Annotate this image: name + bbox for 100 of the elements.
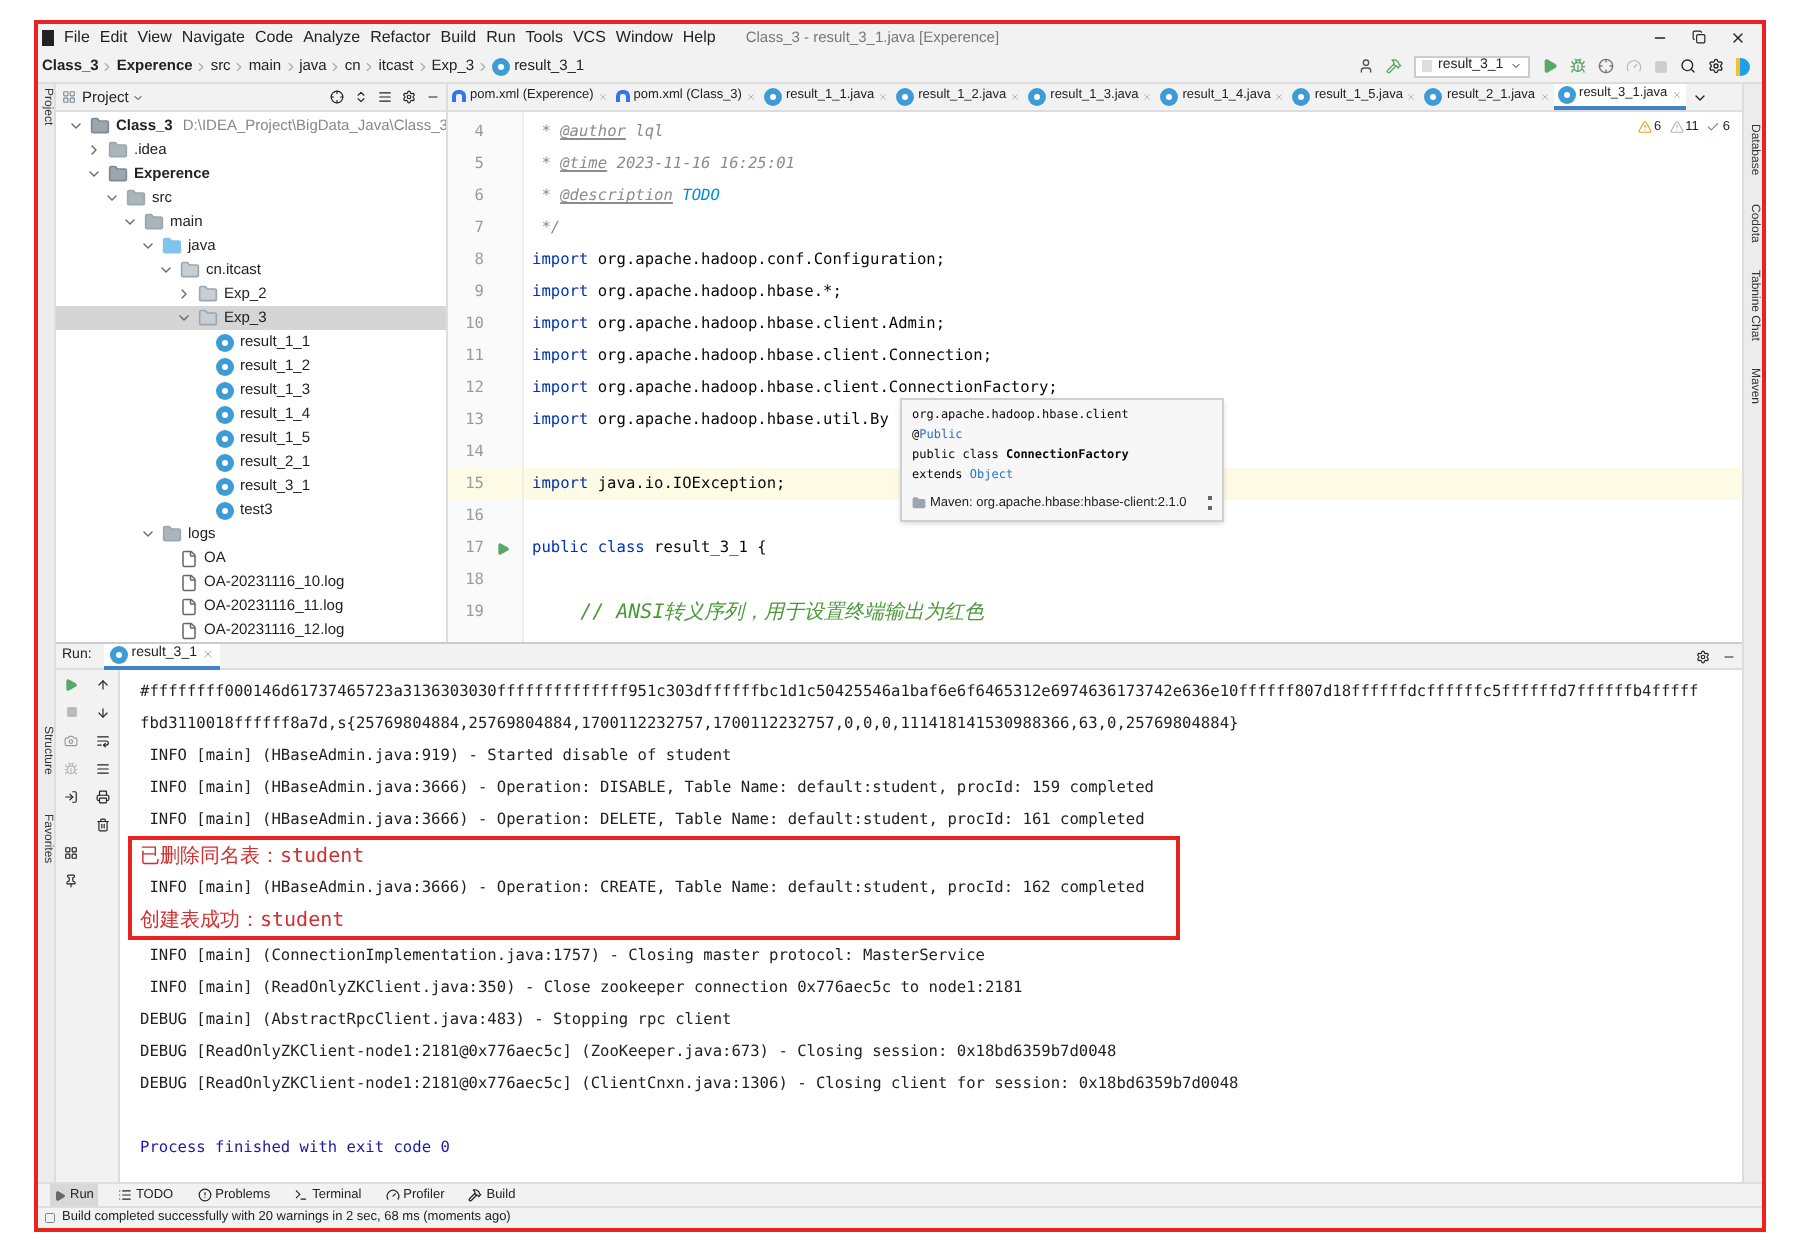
chevron-icon: [362, 59, 377, 73]
class-icon: [1028, 87, 1047, 105]
menu-item[interactable]: Navigate: [181, 25, 245, 49]
locate-icon[interactable]: [330, 90, 344, 104]
chevron-icon[interactable]: [140, 238, 156, 254]
menu-item[interactable]: Window: [615, 25, 673, 49]
chevron-icon: [232, 59, 247, 73]
restore-icon[interactable]: [1692, 30, 1706, 44]
chevron-icon[interactable]: [104, 190, 120, 206]
status-icon: [44, 1212, 56, 1224]
hammer-icon[interactable]: [1386, 58, 1402, 74]
menu-item[interactable]: Help: [682, 25, 716, 49]
terminal-icon: [294, 1188, 309, 1202]
warning-icon: [1638, 120, 1652, 135]
print-icon[interactable]: [95, 790, 110, 804]
hammer-icon: [468, 1188, 483, 1202]
menu-item[interactable]: Edit: [99, 25, 128, 49]
settings-icon[interactable]: [1708, 58, 1724, 74]
exit-icon[interactable]: [64, 790, 79, 804]
file-icon: [180, 549, 198, 567]
warning-icon: [1669, 120, 1684, 135]
chevron-icon: [283, 59, 298, 73]
menu-item[interactable]: File: [64, 25, 90, 49]
chevron-icon: [100, 59, 115, 73]
rerun-icon[interactable]: [64, 678, 79, 692]
coverage-icon[interactable]: [1598, 58, 1614, 74]
folder-icon: [162, 524, 182, 544]
console-line: 已删除同名表：student: [140, 843, 365, 871]
folder-icon: [108, 140, 128, 160]
down-icon[interactable]: [95, 706, 110, 720]
settings-icon[interactable]: [1696, 649, 1710, 663]
wrap-icon[interactable]: [95, 734, 110, 748]
chevron-icon[interactable]: [68, 118, 84, 134]
chevron-icon[interactable]: [122, 214, 138, 230]
chevron-icon: [415, 59, 430, 73]
chevron-icon[interactable]: [86, 166, 102, 182]
library-icon: [912, 496, 926, 511]
app-logo-icon: [42, 29, 54, 45]
run-gutter-icon[interactable]: [496, 541, 510, 555]
menu-item[interactable]: VCS: [572, 25, 606, 49]
layout-icon[interactable]: [64, 846, 79, 860]
expand-all-icon[interactable]: [354, 90, 368, 104]
scroll-end-icon[interactable]: [95, 762, 110, 776]
class-icon: [1424, 87, 1443, 105]
chevron-icon[interactable]: [86, 142, 102, 158]
pin-icon[interactable]: [64, 874, 79, 888]
menu-item[interactable]: View: [137, 25, 172, 49]
chevron-icon[interactable]: [158, 262, 174, 278]
menu-item[interactable]: Code: [254, 25, 294, 49]
folder-icon: [180, 260, 200, 280]
file-icon: [180, 621, 198, 639]
chevron-icon: [194, 59, 209, 73]
settings-icon[interactable]: [402, 90, 416, 104]
menu-item[interactable]: Analyze: [303, 25, 361, 49]
chevron-icon[interactable]: [176, 286, 192, 302]
menu-item[interactable]: Tools: [525, 25, 563, 49]
class-icon: [1292, 87, 1311, 105]
folder-icon: [108, 164, 128, 184]
close-icon[interactable]: [1730, 29, 1746, 45]
menu-item[interactable]: Build: [440, 25, 477, 49]
file-icon: [180, 597, 198, 615]
chevron-icon[interactable]: [176, 310, 192, 326]
run-icon[interactable]: [1542, 58, 1558, 74]
search-icon[interactable]: [1680, 58, 1696, 74]
folder-icon: [198, 308, 218, 328]
menu-item[interactable]: Run: [486, 25, 516, 49]
class-icon: [109, 645, 128, 663]
class-icon: [492, 58, 511, 77]
project-icon: [62, 90, 76, 104]
debug-icon[interactable]: [1570, 58, 1586, 74]
plugin-logo-icon: [1736, 57, 1750, 75]
folder-icon: [144, 212, 164, 232]
folder-icon: [90, 116, 110, 136]
caret-icon: [132, 91, 145, 103]
trash-icon[interactable]: [95, 818, 110, 832]
gauge-icon: [385, 1188, 400, 1202]
check-icon: [1706, 120, 1721, 135]
run-icon: [54, 1189, 66, 1201]
up-icon[interactable]: [95, 678, 110, 692]
menu-item[interactable]: Refactor: [370, 25, 431, 49]
class-icon: [1557, 85, 1576, 103]
folder-icon: [198, 284, 218, 304]
folder-icon: [126, 188, 146, 208]
caret-icon: [1510, 60, 1522, 72]
file-icon: [180, 573, 198, 591]
collapse-all-icon[interactable]: [378, 90, 392, 104]
chevron-icon: [328, 59, 343, 73]
console-line: 创建表成功：student: [140, 907, 345, 935]
chevron-icon[interactable]: [140, 526, 156, 542]
hide-icon[interactable]: [426, 90, 440, 104]
list-icon: [117, 1188, 132, 1202]
code-line: // ANSI转义序列，用于设置终端输出为红色: [578, 599, 985, 627]
class-icon: [763, 87, 782, 105]
chevron-icon: [476, 59, 491, 73]
folder-icon: [162, 236, 182, 256]
alert-icon: [197, 1188, 212, 1202]
class-icon: [896, 87, 915, 105]
user-icon[interactable]: [1358, 58, 1374, 74]
camera-icon[interactable]: [64, 734, 79, 748]
class-icon: [1160, 87, 1179, 105]
